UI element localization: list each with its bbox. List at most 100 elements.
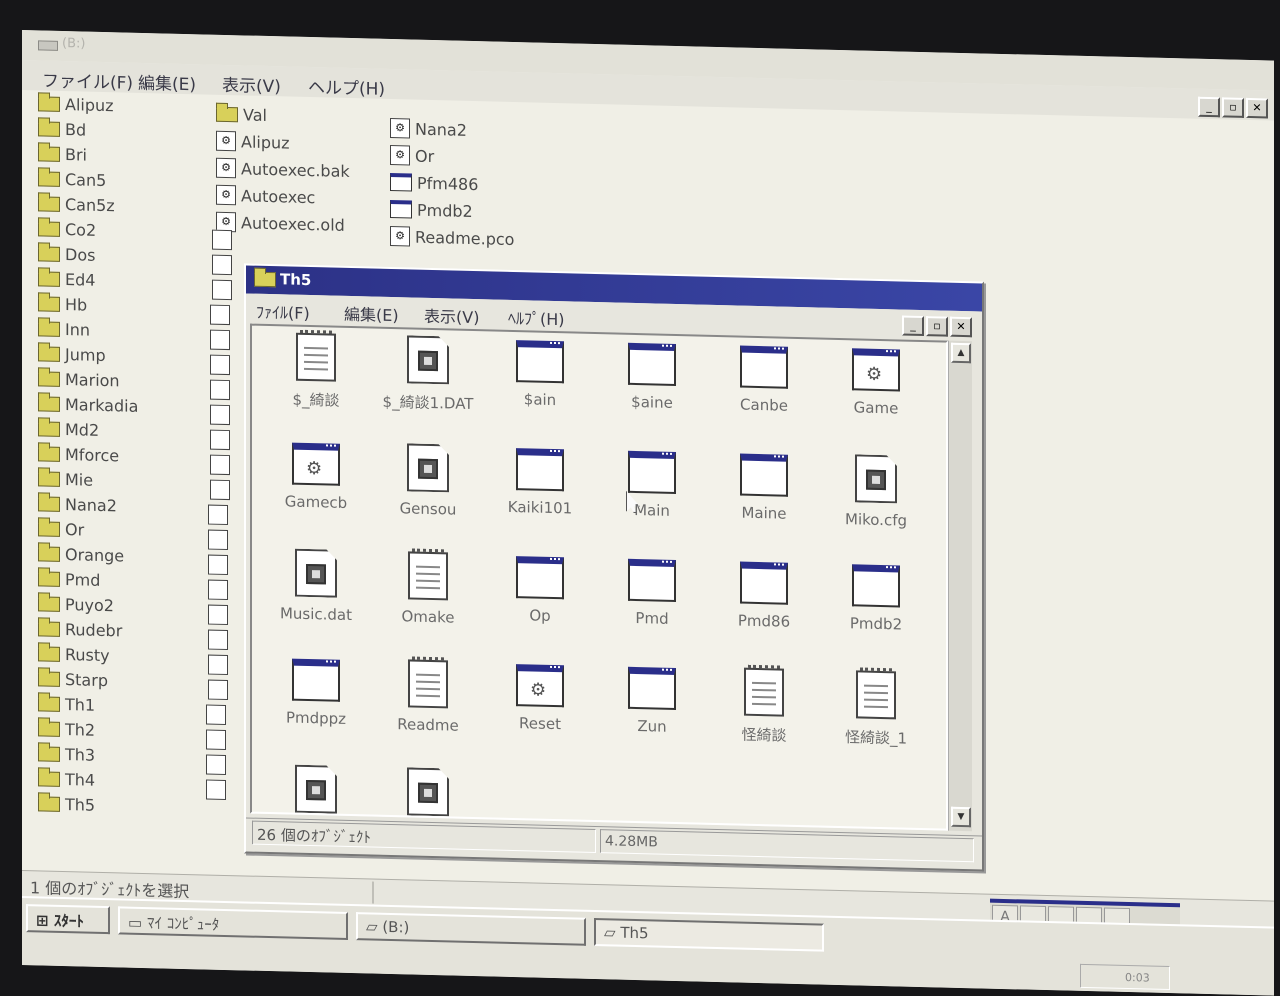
folder-item[interactable]: Co2 <box>38 217 96 240</box>
folder-item[interactable]: Bd <box>38 117 86 140</box>
file-icon-item[interactable]: $_綺談 <box>260 329 372 433</box>
folder-item[interactable]: Starp <box>38 667 108 691</box>
file-icon-item[interactable]: Kaiki101 <box>484 443 596 546</box>
file-item-icon[interactable] <box>210 354 230 376</box>
maximize-button[interactable]: ▫ <box>1222 97 1244 118</box>
file-icon-item[interactable]: Music.dat <box>260 546 372 649</box>
minimize-button[interactable]: _ <box>1198 96 1220 118</box>
file-icon-item[interactable]: Canbe <box>708 341 820 444</box>
folder-item[interactable]: Md2 <box>38 417 99 440</box>
th5-menu-view[interactable]: 表示(V) <box>424 303 479 328</box>
folder-item[interactable]: Mie <box>38 467 93 490</box>
file-item[interactable]: ⚙ Alipuz <box>216 130 290 154</box>
file-item[interactable]: ⚙ Readme.pco <box>390 225 514 250</box>
file-icon-item[interactable]: ⚙ Gamecb <box>260 438 372 541</box>
file-item-icon[interactable] <box>208 679 228 701</box>
clock[interactable]: 0:03 <box>1125 971 1150 985</box>
task-th5[interactable]: ▱ Th5 <box>594 917 824 952</box>
file-icon-item[interactable]: Pmdppz <box>260 654 372 757</box>
file-item-icon[interactable] <box>208 554 228 576</box>
task-my-computer[interactable]: ▭ ﾏｲ ｺﾝﾋﾟｭｰﾀ <box>118 906 348 940</box>
menu-help[interactable]: ヘルプ(H) <box>308 73 385 100</box>
th5-vertical-scrollbar[interactable]: ▲ ▼ <box>948 340 972 832</box>
folder-item[interactable]: Mforce <box>38 442 119 466</box>
file-item[interactable]: Pmdb2 <box>390 198 473 222</box>
menu-file[interactable]: ファイル(F) <box>42 66 133 93</box>
folder-item[interactable]: Th2 <box>38 717 95 740</box>
file-icon-item[interactable]: Miko.cfg <box>820 452 932 555</box>
file-icon-item[interactable]: Op <box>484 551 596 654</box>
th5-menu-file[interactable]: ﾌｧｲﾙ(F) <box>256 299 310 324</box>
file-icon-item[interactable]: $_綺談1.DAT <box>372 333 484 436</box>
folder-item[interactable]: Nana2 <box>38 492 117 516</box>
file-item[interactable]: ⚙ Or <box>390 144 434 167</box>
file-item-icon[interactable] <box>208 654 228 676</box>
folder-item[interactable]: Rudebr <box>38 617 122 641</box>
folder-item[interactable]: Th3 <box>38 742 95 765</box>
scroll-down-arrow-icon[interactable]: ▼ <box>951 806 971 828</box>
file-icon-item[interactable]: Readme <box>372 656 484 760</box>
folder-item[interactable]: Puyo2 <box>38 592 114 616</box>
file-item-icon[interactable] <box>208 629 228 651</box>
file-item[interactable]: ⚙ Nana2 <box>390 117 467 141</box>
file-icon-item[interactable]: 怪綺談_1 <box>820 667 932 771</box>
file-item-icon[interactable] <box>208 529 228 551</box>
file-item-icon[interactable] <box>210 404 230 426</box>
file-icon-item[interactable]: Maine <box>708 449 820 552</box>
file-icon-item[interactable]: Omake <box>372 548 484 652</box>
file-item-icon[interactable] <box>210 379 230 401</box>
folder-item[interactable]: Th4 <box>38 767 95 790</box>
file-icon-item[interactable]: Pmdb2 <box>820 560 932 663</box>
file-item-icon[interactable] <box>206 704 226 725</box>
folder-item[interactable]: Markadia <box>38 392 138 416</box>
task-b-drive[interactable]: ▱ (B:) <box>356 912 586 946</box>
folder-item[interactable]: Jump <box>38 342 106 366</box>
file-item-icon[interactable] <box>212 279 232 301</box>
folder-item[interactable]: Inn <box>38 317 90 340</box>
folder-item[interactable]: Pmd <box>38 567 100 591</box>
file-icon-item[interactable]: Gensou <box>372 441 484 544</box>
folder-item[interactable]: Hb <box>38 292 87 315</box>
folder-item[interactable]: Can5 <box>38 167 106 191</box>
th5-menu-help[interactable]: ﾍﾙﾌﾟ(H) <box>508 305 565 330</box>
file-icon-item[interactable]: 怪綺談 <box>708 664 820 768</box>
file-item-icon[interactable] <box>210 329 230 351</box>
th5-minimize-button[interactable]: _ <box>902 315 924 337</box>
file-icon-item[interactable]: Pmd <box>596 554 708 657</box>
folder-item[interactable]: Ed4 <box>38 267 95 290</box>
folder-item[interactable]: Marion <box>38 367 120 391</box>
file-item-icon[interactable] <box>208 579 228 601</box>
file-item-icon[interactable] <box>206 779 226 800</box>
th5-close-button[interactable]: ✕ <box>950 316 972 338</box>
file-item-icon[interactable] <box>210 304 230 326</box>
close-button[interactable]: ✕ <box>1246 97 1268 119</box>
file-item[interactable]: ⚙ Autoexec.bak <box>216 157 350 182</box>
start-button[interactable]: ⊞ ｽﾀｰﾄ <box>26 904 110 935</box>
scroll-up-arrow-icon[interactable]: ▲ <box>951 342 971 364</box>
file-icon-item[interactable]: ⚙ Reset <box>484 659 596 762</box>
file-item[interactable]: Val <box>216 103 267 126</box>
file-item-icon[interactable] <box>206 729 226 750</box>
file-item[interactable]: ⚙ Autoexec.old <box>216 211 345 236</box>
file-icon-item[interactable]: Zun <box>596 662 708 765</box>
file-icon-item[interactable]: ⚙ Game <box>820 344 932 447</box>
file-item-icon[interactable] <box>206 754 226 775</box>
folder-item[interactable]: Bri <box>38 142 87 165</box>
folder-item[interactable]: Th5 <box>38 792 95 815</box>
file-icon-item[interactable]: $ain <box>484 335 596 438</box>
file-icon-item[interactable]: $aine <box>596 338 708 441</box>
file-item-icon[interactable] <box>210 479 230 501</box>
folder-item[interactable]: Alipuz <box>38 92 114 116</box>
menu-edit[interactable]: 編集(E) <box>138 69 196 95</box>
file-item-icon[interactable] <box>212 254 232 276</box>
folder-item[interactable]: Can5z <box>38 192 115 216</box>
file-item-icon[interactable] <box>210 429 230 451</box>
folder-item[interactable]: Dos <box>38 242 95 265</box>
file-icon-item[interactable]: Main <box>596 446 708 549</box>
folder-item[interactable]: Rusty <box>38 642 110 666</box>
th5-maximize-button[interactable]: ▫ <box>926 316 948 337</box>
file-item-icon[interactable] <box>212 229 232 251</box>
folder-item[interactable]: Th1 <box>38 692 95 715</box>
file-item[interactable]: ⚙ Autoexec <box>216 184 315 208</box>
file-item-icon[interactable] <box>208 604 228 626</box>
